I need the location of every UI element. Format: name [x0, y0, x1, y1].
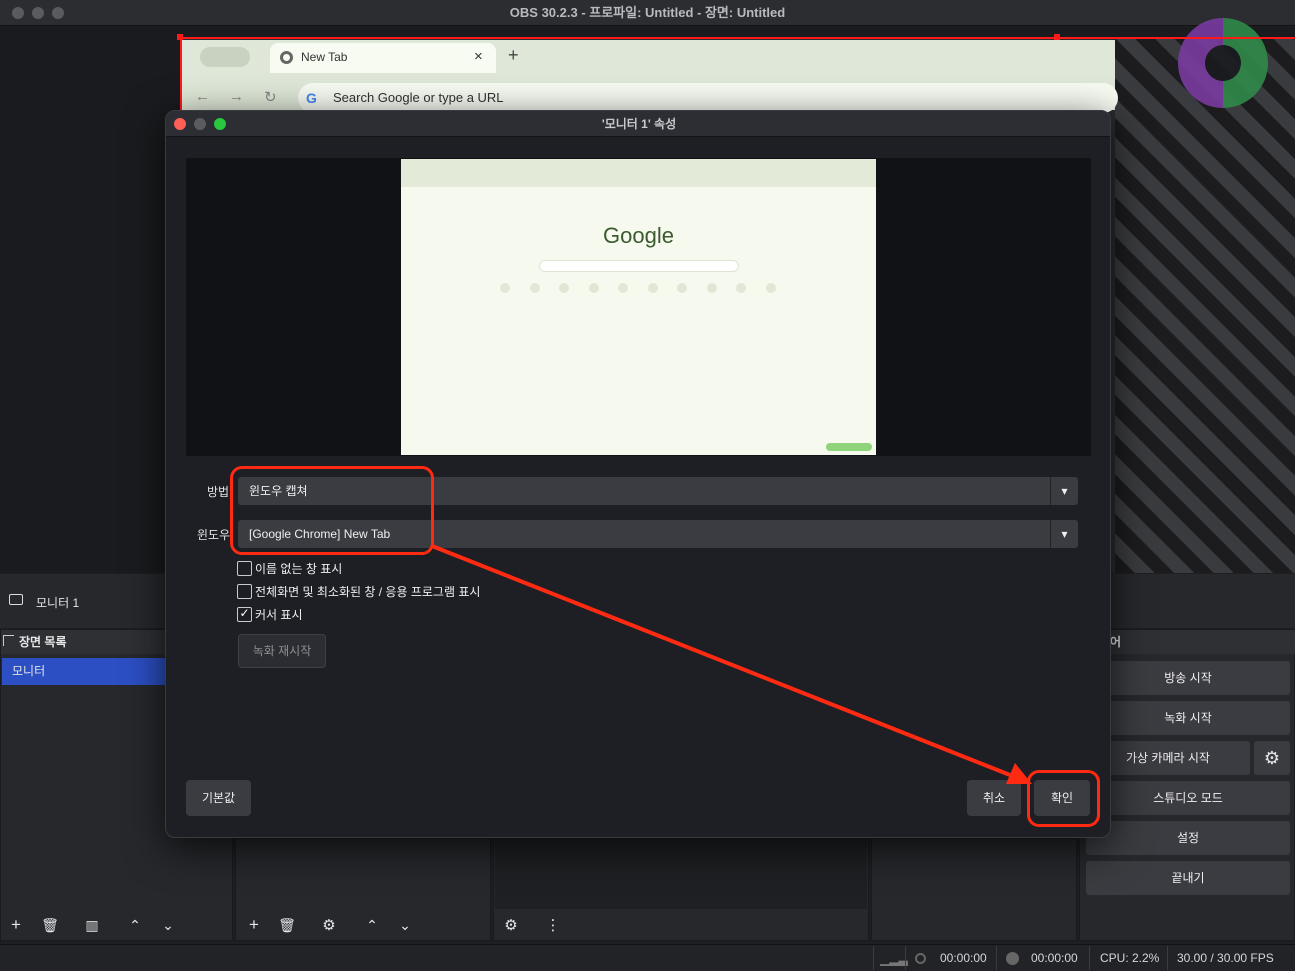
annotation-arrow — [431, 544, 1032, 784]
